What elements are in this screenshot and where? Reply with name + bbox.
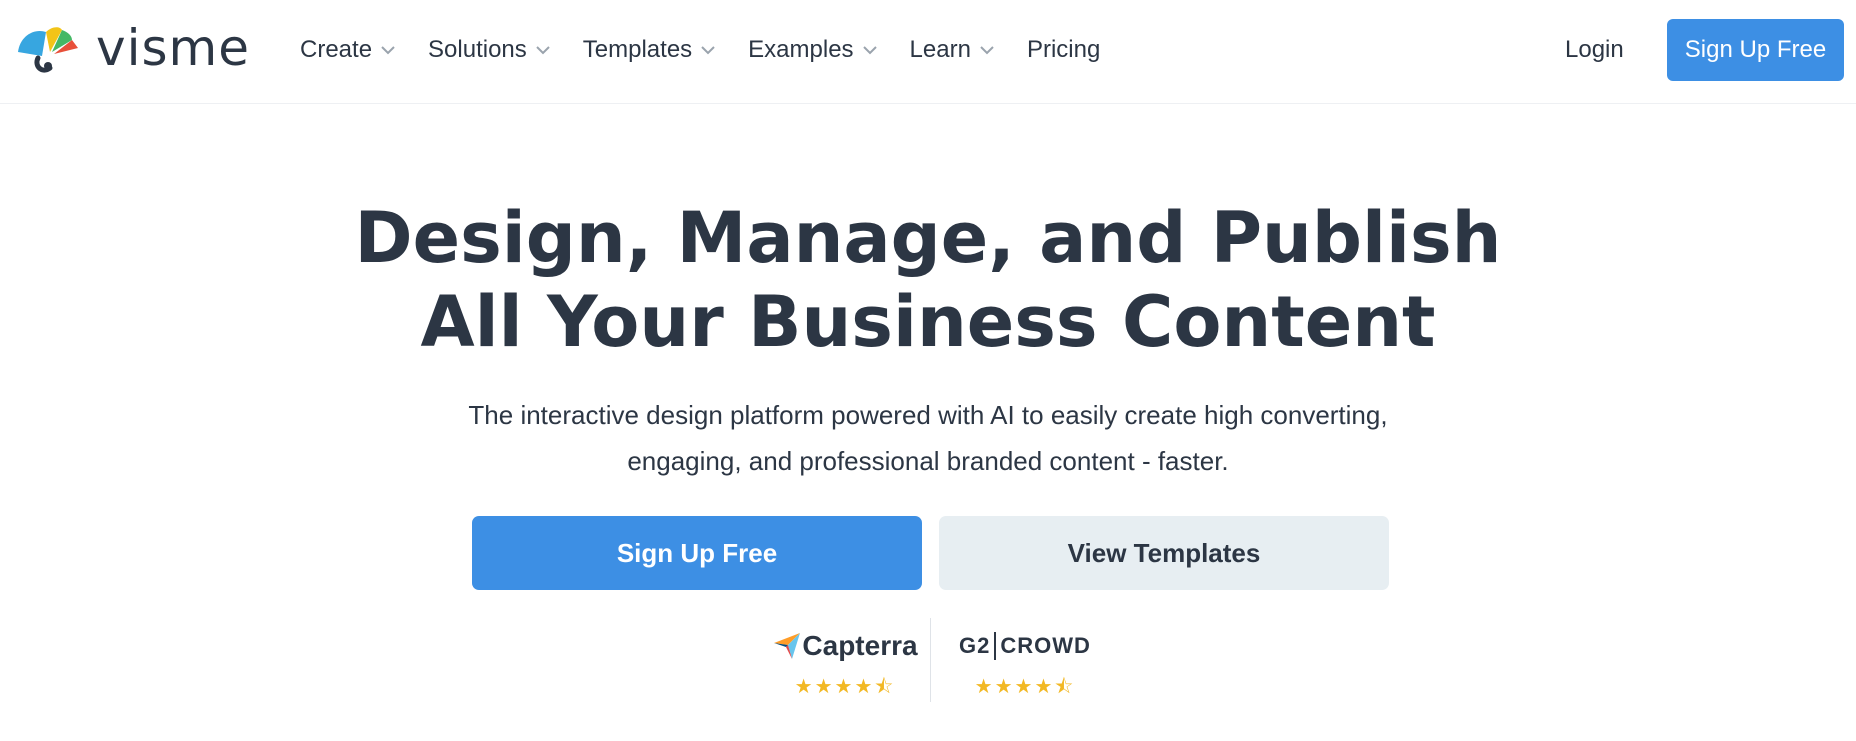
nav-item-label: Solutions xyxy=(428,36,527,63)
visme-logo[interactable]: visme xyxy=(16,22,256,78)
nav-item-solutions[interactable]: Solutions xyxy=(428,30,551,70)
g2-suffix: CROWD xyxy=(1000,633,1091,658)
logo-wordmark: visme xyxy=(96,19,250,77)
chevron-down-icon xyxy=(701,46,715,55)
view-templates-button[interactable]: View Templates xyxy=(939,516,1389,590)
capterra-arrow-icon xyxy=(774,633,801,659)
hero-subtitle: The interactive design platform powered … xyxy=(468,400,1388,476)
chevron-down-icon xyxy=(381,46,395,55)
g2-separator xyxy=(994,632,997,660)
nav-item-examples[interactable]: Examples xyxy=(748,30,877,70)
capterra-name: Capterra xyxy=(802,630,918,661)
capterra-logo: Capterra xyxy=(760,626,930,666)
chevron-down-icon xyxy=(980,46,994,55)
nav-item-templates[interactable]: Templates xyxy=(583,30,716,70)
nav-item-learn[interactable]: Learn xyxy=(910,30,995,70)
nav-item-label: Examples xyxy=(748,36,854,63)
nav-item-pricing[interactable]: Pricing xyxy=(1027,30,1100,70)
visme-logo-icon xyxy=(18,27,78,73)
hero-title: Design, Manage, and Publish All Your Bus… xyxy=(0,196,1856,364)
main-nav: Create Solutions Templates Examples Lear… xyxy=(300,30,1132,70)
g2-crowd-logo: G2 CROWD xyxy=(940,626,1110,666)
g2-rating[interactable]: G2 CROWD ★★★★⯪ xyxy=(940,626,1110,710)
hero-title-line-1: Design, Manage, and Publish xyxy=(354,197,1502,279)
ratings-row: Capterra ★★★★⯪ G2 CROWD ★★★★⯪ xyxy=(760,618,1100,710)
chevron-down-icon xyxy=(862,46,877,55)
nav-item-label: Learn xyxy=(909,36,971,63)
capterra-rating[interactable]: Capterra ★★★★⯪ xyxy=(760,626,930,710)
login-link[interactable]: Login xyxy=(1565,30,1624,70)
g2-name: G2 xyxy=(959,633,991,658)
g2-stars: ★★★★⯪ xyxy=(974,676,1076,698)
nav-item-label: Templates xyxy=(582,36,693,63)
site-header: visme Create Solutions Templates Example… xyxy=(0,0,1856,104)
hero-title-line-2: All Your Business Content xyxy=(420,281,1436,363)
nav-item-create[interactable]: Create xyxy=(300,30,396,70)
ratings-divider xyxy=(930,618,931,702)
capterra-stars: ★★★★⯪ xyxy=(794,676,896,698)
header-signup-button[interactable]: Sign Up Free xyxy=(1667,19,1844,81)
chevron-down-icon xyxy=(536,46,550,55)
nav-item-label: Pricing xyxy=(1026,36,1101,63)
signup-free-button[interactable]: Sign Up Free xyxy=(472,516,922,590)
nav-item-label: Create xyxy=(300,36,373,63)
